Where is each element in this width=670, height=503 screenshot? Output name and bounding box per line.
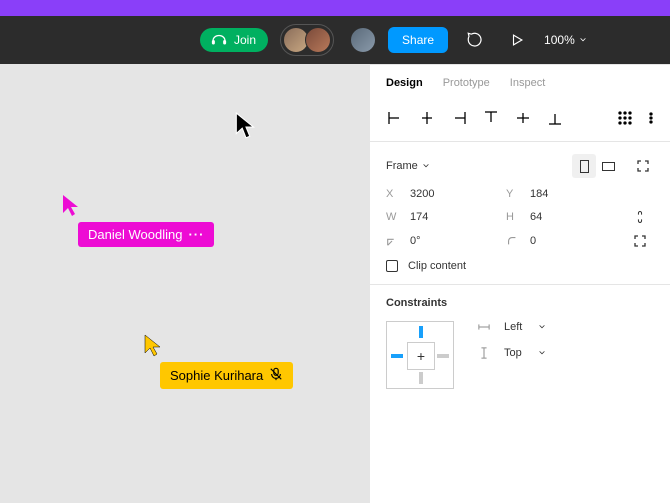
collaborator-name: Sophie Kurihara bbox=[170, 368, 263, 383]
chevron-down-icon bbox=[538, 349, 546, 357]
horizontal-icon bbox=[478, 321, 492, 333]
align-h-center-icon[interactable] bbox=[414, 105, 440, 131]
align-left-icon[interactable] bbox=[382, 105, 408, 131]
h-label: H bbox=[506, 211, 520, 223]
orientation-toggle[interactable] bbox=[572, 154, 620, 178]
collaborator-cursor-sophie bbox=[144, 334, 164, 358]
align-bottom-icon[interactable] bbox=[542, 105, 568, 131]
share-label: Share bbox=[402, 33, 434, 47]
x-field[interactable]: X 3200 bbox=[386, 188, 506, 200]
y-field[interactable]: Y 184 bbox=[506, 188, 626, 200]
align-v-center-icon[interactable] bbox=[510, 105, 536, 131]
chevron-down-icon bbox=[579, 36, 587, 44]
height-field[interactable]: H 64 bbox=[506, 211, 626, 223]
x-value: 3200 bbox=[410, 188, 434, 200]
comments-icon[interactable] bbox=[460, 25, 490, 55]
collaborator-avatar-group[interactable] bbox=[280, 24, 334, 56]
constraint-top-indicator[interactable] bbox=[419, 326, 423, 338]
rotation-field[interactable]: 0° bbox=[386, 235, 506, 247]
align-toolbar bbox=[370, 99, 670, 142]
constraints-section: Constraints + Left bbox=[370, 285, 670, 401]
more-align-icon[interactable] bbox=[644, 105, 658, 131]
more-icon[interactable]: ··· bbox=[188, 227, 204, 242]
tab-design[interactable]: Design bbox=[386, 77, 423, 89]
user-cursor bbox=[235, 112, 257, 140]
collaborator-label-daniel[interactable]: Daniel Woodling ··· bbox=[78, 222, 214, 247]
constraints-widget[interactable]: + bbox=[386, 321, 454, 389]
align-right-icon[interactable] bbox=[446, 105, 472, 131]
headset-icon bbox=[210, 33, 228, 47]
constraint-right-indicator[interactable] bbox=[437, 354, 449, 358]
mic-muted-icon[interactable] bbox=[269, 367, 283, 384]
frame-dropdown[interactable]: Frame bbox=[386, 160, 430, 172]
w-label: W bbox=[386, 211, 400, 223]
frame-title: Frame bbox=[386, 160, 418, 172]
collaborator-name: Daniel Woodling bbox=[88, 227, 182, 242]
corner-radius-icon bbox=[506, 235, 520, 247]
constraint-bottom-indicator[interactable] bbox=[419, 372, 423, 384]
panel-tabs: Design Prototype Inspect bbox=[370, 65, 670, 99]
orientation-landscape-icon[interactable] bbox=[596, 154, 620, 178]
constrain-proportions-icon[interactable] bbox=[626, 210, 654, 224]
rotation-icon bbox=[386, 235, 400, 247]
constraint-vertical-value: Top bbox=[504, 347, 522, 359]
independent-corners-icon[interactable] bbox=[626, 234, 654, 248]
h-value: 64 bbox=[530, 211, 542, 223]
tab-inspect[interactable]: Inspect bbox=[510, 77, 545, 89]
constraint-left-indicator[interactable] bbox=[391, 354, 403, 358]
constraint-vertical-dropdown[interactable]: Top bbox=[478, 347, 546, 359]
chevron-down-icon bbox=[538, 323, 546, 331]
present-icon[interactable] bbox=[502, 25, 532, 55]
x-label: X bbox=[386, 188, 400, 200]
w-value: 174 bbox=[410, 211, 428, 223]
join-label: Join bbox=[234, 33, 256, 47]
constraints-title: Constraints bbox=[386, 297, 654, 309]
align-top-icon[interactable] bbox=[478, 105, 504, 131]
join-call-button[interactable]: Join bbox=[200, 28, 268, 52]
avatar[interactable] bbox=[305, 27, 331, 53]
top-toolbar: Join Share 100% bbox=[0, 16, 670, 64]
resize-to-fit-icon[interactable] bbox=[632, 155, 654, 177]
chevron-down-icon bbox=[422, 162, 430, 170]
rotation-value: 0° bbox=[410, 235, 421, 247]
constraint-center[interactable]: + bbox=[407, 342, 435, 370]
collaborator-cursor-daniel bbox=[62, 194, 82, 218]
collaborator-label-sophie[interactable]: Sophie Kurihara bbox=[160, 362, 293, 389]
share-button[interactable]: Share bbox=[388, 27, 448, 53]
corner-radius-field[interactable]: 0 bbox=[506, 235, 626, 247]
width-field[interactable]: W 174 bbox=[386, 211, 506, 223]
app-window: Join Share 100% Daniel Woodling ··· bbox=[0, 16, 670, 503]
zoom-dropdown[interactable]: 100% bbox=[544, 33, 587, 47]
constraint-horizontal-dropdown[interactable]: Left bbox=[478, 321, 546, 333]
canvas[interactable]: Daniel Woodling ··· Sophie Kurihara bbox=[0, 64, 370, 503]
y-label: Y bbox=[506, 188, 520, 200]
radius-value: 0 bbox=[530, 235, 536, 247]
frame-section: Frame X 3200 Y 184 W 174 bbox=[370, 142, 670, 285]
current-user-avatar[interactable] bbox=[350, 27, 376, 53]
clip-content-checkbox[interactable] bbox=[386, 260, 398, 272]
plus-icon: + bbox=[417, 348, 425, 364]
vertical-icon bbox=[478, 347, 492, 359]
tidy-up-icon[interactable] bbox=[612, 105, 638, 131]
orientation-portrait-icon[interactable] bbox=[572, 154, 596, 178]
tab-prototype[interactable]: Prototype bbox=[443, 77, 490, 89]
zoom-value: 100% bbox=[544, 33, 575, 47]
clip-content-label: Clip content bbox=[408, 260, 466, 272]
properties-panel: Design Prototype Inspect Frame bbox=[370, 64, 670, 503]
y-value: 184 bbox=[530, 188, 548, 200]
constraint-horizontal-value: Left bbox=[504, 321, 522, 333]
